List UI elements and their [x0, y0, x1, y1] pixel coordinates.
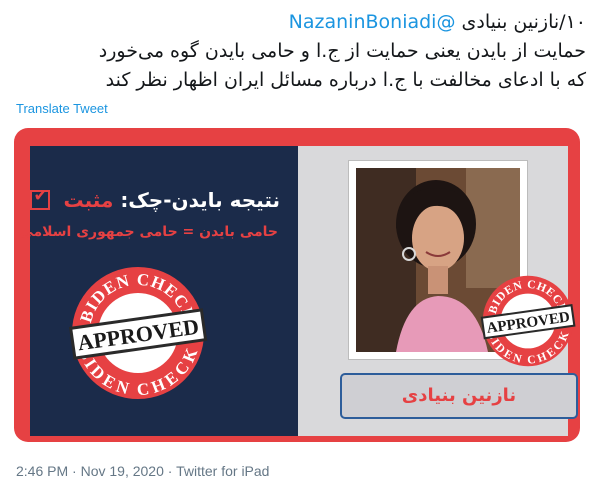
- tweet-text: ۱۰/نازنین بنیادی @NazaninBoniadi حمایت ا…: [14, 8, 586, 95]
- result-panel: نتیجه بایدن-چک: مثبت حامی بایدن = حامی ج…: [19, 146, 298, 436]
- result-subtitle: حامی بایدن = حامی جمهوری اسلامی: [19, 224, 278, 240]
- result-value: مثبت: [63, 188, 114, 212]
- separator-dot: ·: [72, 463, 81, 479]
- tweet-line-1: ۱۰/نازنین بنیادی @NazaninBoniadi: [14, 8, 586, 37]
- checkmark-icon: [30, 186, 51, 210]
- approved-stamp-small: BIDEN CHECK BIDEN CHECK APPROVED: [480, 275, 576, 367]
- result-label: نتیجه بایدن-چک:: [120, 188, 280, 212]
- result-line: نتیجه بایدن-چک: مثبت: [30, 186, 280, 212]
- mention-link[interactable]: @NazaninBoniadi: [289, 11, 456, 33]
- separator-dot: ·: [167, 463, 177, 479]
- tweet-source[interactable]: Twitter for iPad: [176, 463, 269, 479]
- card-inner: نتیجه بایدن-چک: مثبت حامی بایدن = حامی ج…: [19, 146, 578, 436]
- tweet-time[interactable]: 2:46 PM: [16, 463, 68, 479]
- profile-panel: BIDEN CHECK BIDEN CHECK APPROVED نازنین …: [298, 146, 578, 436]
- translate-tweet-link[interactable]: Translate Tweet: [16, 101, 108, 116]
- tweet-line-2: حمایت از بایدن یعنی حمایت از ج.ا و حامی …: [98, 40, 586, 62]
- name-box: نازنین بنیادی: [340, 373, 578, 419]
- tweet-image-card[interactable]: نتیجه بایدن-چک: مثبت حامی بایدن = حامی ج…: [14, 128, 580, 442]
- tweet-metadata: 2:46 PM · Nov 19, 2020 · Twitter for iPa…: [16, 463, 269, 479]
- approved-stamp-large: BIDEN CHECK BIDEN CHECK APPROVED: [68, 267, 208, 399]
- tweet-line-3: که با ادعای مخالفت با ج.ا درباره مسائل ا…: [105, 69, 586, 91]
- tweet-line-1-prefix: ۱۰/نازنین بنیادی: [461, 11, 586, 33]
- tweet-date[interactable]: Nov 19, 2020: [81, 463, 164, 479]
